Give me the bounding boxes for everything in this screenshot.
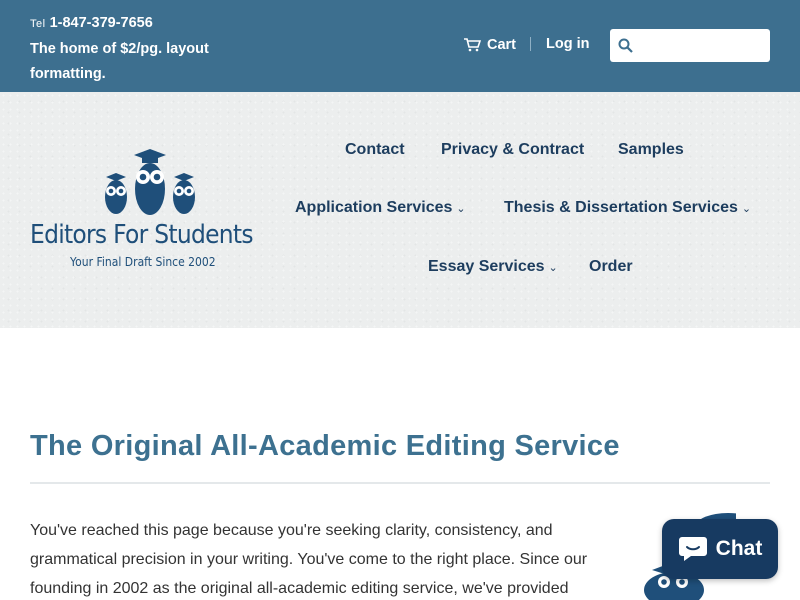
nav-order[interactable]: Order	[589, 258, 633, 276]
site-tagline: The home of $2/pg. layout formatting.	[30, 41, 209, 82]
site-header: Editors For Students Your Final Draft Si…	[0, 92, 800, 328]
search-icon	[618, 38, 633, 53]
cart-icon	[464, 38, 481, 52]
search-box	[610, 29, 770, 62]
search-button[interactable]	[610, 29, 640, 62]
nav-application-services-label: Application Services	[295, 199, 453, 216]
nav-essay-services-label: Essay Services	[428, 258, 545, 275]
phone-number[interactable]: 1-847-379-7656	[50, 15, 153, 31]
intro-paragraph: You've reached this page because you're …	[30, 522, 588, 597]
nav-privacy-contract[interactable]: Privacy & Contract	[441, 141, 584, 159]
nav-thesis-dissertation-services[interactable]: Thesis & Dissertation Services ⌄	[504, 199, 751, 217]
chevron-down-icon: ⌄	[548, 262, 558, 274]
owls-logo-icon	[105, 149, 195, 215]
login-link[interactable]: Log in	[546, 36, 590, 52]
title-divider	[30, 482, 770, 484]
logo-name: Editors For Students	[30, 220, 254, 250]
chat-button[interactable]: Chat	[662, 519, 778, 579]
nav-thesis-dissertation-services-label: Thesis & Dissertation Services	[504, 199, 738, 216]
cart-label: Cart	[487, 37, 517, 53]
logo-tagline: Your Final Draft Since 2002	[70, 255, 216, 269]
site-logo[interactable]: Editors For Students Your Final Draft Si…	[30, 147, 280, 272]
search-input[interactable]	[640, 30, 765, 61]
chat-bubble-icon	[678, 537, 707, 561]
nav-essay-services[interactable]: Essay Services ⌄	[428, 258, 558, 276]
chevron-down-icon: ⌄	[456, 203, 466, 215]
nav-contact[interactable]: Contact	[345, 141, 405, 159]
top-bar: Tel 1-847-379-7656 The home of $2/pg. la…	[0, 0, 800, 92]
topbar-separator	[530, 37, 531, 51]
nav-application-services[interactable]: Application Services ⌄	[295, 199, 466, 217]
tel-prefix: Tel	[30, 18, 46, 30]
page-title: The Original All-Academic Editing Servic…	[30, 430, 620, 462]
nav-samples[interactable]: Samples	[618, 141, 684, 159]
contact-info: Tel 1-847-379-7656 The home of $2/pg. la…	[30, 11, 260, 87]
chat-label: Chat	[715, 537, 763, 560]
cart-link[interactable]: Cart	[463, 37, 516, 53]
chevron-down-icon: ⌄	[741, 203, 752, 215]
